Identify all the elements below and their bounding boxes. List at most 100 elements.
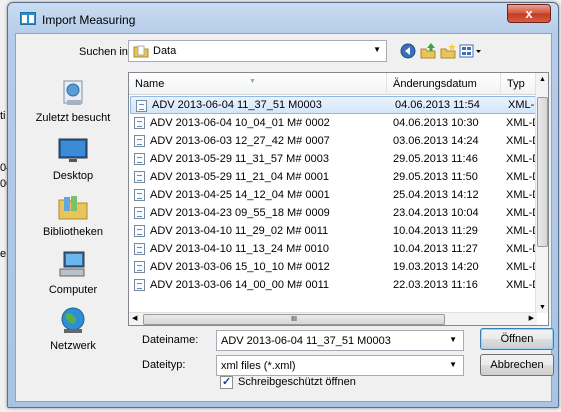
place-libraries[interactable]: Bibliotheken [21, 192, 125, 238]
file-rows: ADV 2013-06-04 11_37_51 M0003 04.06.2013 … [129, 96, 542, 294]
horizontal-scroll-thumb[interactable]: III [143, 314, 445, 325]
view-menu-icon[interactable] [459, 42, 483, 60]
libraries-icon [56, 192, 90, 222]
look-in-value: Data [153, 45, 177, 57]
xml-file-icon [134, 135, 145, 147]
title-bar[interactable]: Import Measuring x [8, 3, 558, 33]
back-icon[interactable] [399, 42, 417, 60]
xml-file-icon [134, 153, 145, 165]
background-text-fragment: e [0, 248, 7, 260]
file-name: ADV 2013-05-29 11_31_57 M# 0003 [150, 153, 329, 165]
xml-file-icon [134, 243, 145, 255]
xml-file-icon [136, 100, 147, 112]
file-date: 23.04.2013 10:04 [393, 207, 479, 219]
file-date: 29.05.2013 11:46 [393, 153, 478, 165]
new-folder-icon[interactable] [439, 42, 457, 60]
vertical-scroll-thumb[interactable] [537, 97, 548, 247]
chevron-down-icon: ▼ [373, 45, 381, 54]
file-date: 22.03.2013 11:16 [393, 279, 478, 291]
table-row[interactable]: ADV 2013-04-10 11_13_24 M# 0010 10.04.201… [129, 240, 540, 258]
file-name: ADV 2013-06-04 10_04_01 M# 0002 [150, 117, 330, 129]
background-text-fragment: ti [0, 110, 6, 122]
folder-icon [133, 45, 149, 58]
xml-file-icon [134, 117, 145, 129]
scroll-left-icon[interactable]: ◀ [132, 314, 137, 322]
xml-file-icon [134, 279, 145, 291]
file-name: ADV 2013-03-06 14_00_00 M# 0011 [150, 279, 329, 291]
cancel-button[interactable]: Abbrechen [480, 354, 554, 376]
place-recent[interactable]: Zuletzt besucht [21, 78, 125, 124]
file-name: ADV 2013-04-25 14_12_04 M# 0001 [150, 189, 330, 201]
table-row[interactable]: ADV 2013-04-25 14_12_04 M# 0001 25.04.201… [129, 186, 540, 204]
column-header-type[interactable]: Typ [501, 73, 537, 95]
filetype-label: Dateityp: [142, 359, 186, 371]
look-in-label: Suchen in: [79, 46, 131, 58]
filename-value: ADV 2013-06-04 11_37_51 M0003 [221, 335, 391, 347]
open-button[interactable]: Öffnen [480, 328, 554, 350]
filename-input[interactable]: ADV 2013-06-04 11_37_51 M0003 ▼ [216, 330, 464, 351]
window-title: Import Measuring [42, 13, 136, 27]
file-name: ADV 2013-04-23 09_55_18 M# 0009 [150, 207, 330, 219]
filetype-value: xml files (*.xml) [221, 360, 296, 372]
place-label: Bibliotheken [43, 226, 103, 238]
table-row[interactable]: ADV 2013-03-06 15_10_10 M# 0012 19.03.201… [129, 258, 540, 276]
place-computer[interactable]: Computer [21, 250, 125, 296]
table-row[interactable]: ADV 2013-04-23 09_55_18 M# 0009 23.04.201… [129, 204, 540, 222]
file-date: 04.06.2013 11:54 [395, 99, 480, 111]
filename-label: Dateiname: [142, 334, 199, 346]
up-folder-icon[interactable] [419, 42, 437, 60]
column-header-name[interactable]: ▼ Name [129, 73, 387, 95]
scroll-down-icon[interactable]: ▼ [539, 304, 546, 311]
file-name: ADV 2013-04-10 11_29_02 M# 0011 [150, 225, 329, 237]
column-header-date[interactable]: Änderungsdatum [387, 73, 501, 95]
file-date: 04.06.2013 10:30 [393, 117, 479, 129]
network-icon [56, 306, 90, 336]
file-list: ▼ Name Änderungsdatum Typ ADV 2013-06-04… [128, 72, 549, 326]
file-date: 29.05.2013 11:50 [393, 171, 478, 183]
table-row[interactable]: ADV 2013-05-29 11_21_04 M# 0001 29.05.201… [129, 168, 540, 186]
xml-file-icon [134, 225, 145, 237]
xml-file-icon [134, 261, 145, 273]
table-row[interactable]: ADV 2013-05-29 11_31_57 M# 0003 29.05.201… [129, 150, 540, 168]
places-bar: Zuletzt besucht Desktop Bibliotheken Com… [21, 72, 125, 352]
xml-file-icon [134, 171, 145, 183]
list-header: ▼ Name Änderungsdatum Typ [129, 73, 537, 95]
recent-places-icon [56, 78, 90, 108]
vertical-scrollbar[interactable]: ▲ ▼ [535, 73, 548, 313]
place-label: Netzwerk [50, 340, 96, 352]
app-icon [20, 12, 36, 25]
filetype-select[interactable]: xml files (*.xml) ▼ [216, 355, 464, 376]
import-measuring-dialog: Import Measuring x Suchen in: Data ▼ Zul… [7, 2, 559, 408]
readonly-label: Schreibgeschützt öffnen [238, 376, 356, 388]
file-name: ADV 2013-05-29 11_21_04 M# 0001 [150, 171, 329, 183]
close-button[interactable]: x [507, 4, 551, 23]
dialog-client-area: Suchen in: Data ▼ Zuletzt besucht Deskto… [15, 33, 554, 402]
column-label: Name [135, 78, 165, 90]
xml-file-icon [134, 189, 145, 201]
table-row[interactable]: ADV 2013-06-04 11_37_51 M0003 04.06.2013 … [130, 96, 542, 114]
place-desktop[interactable]: Desktop [21, 136, 125, 182]
xml-file-icon [134, 207, 145, 219]
column-label: Änderungsdatum [393, 78, 477, 90]
scroll-up-icon[interactable]: ▲ [539, 76, 546, 83]
file-name: ADV 2013-04-10 11_13_24 M# 0010 [150, 243, 329, 255]
checkbox-checked-icon[interactable] [220, 375, 233, 389]
table-row[interactable]: ADV 2013-04-10 11_29_02 M# 0011 10.04.201… [129, 222, 540, 240]
look-in-dropdown[interactable]: Data ▼ [128, 40, 387, 62]
file-name: ADV 2013-06-03 12_27_42 M# 0007 [150, 135, 330, 147]
chevron-down-icon[interactable]: ▼ [449, 335, 457, 344]
file-date: 19.03.2013 14:20 [393, 261, 479, 273]
column-label: Typ [507, 78, 525, 90]
place-label: Computer [48, 284, 98, 296]
sort-indicator-icon: ▼ [249, 78, 256, 85]
file-date: 10.04.2013 11:29 [393, 225, 478, 237]
place-network[interactable]: Netzwerk [21, 306, 125, 352]
scroll-right-icon[interactable]: ▶ [529, 314, 534, 322]
table-row[interactable]: ADV 2013-06-04 10_04_01 M# 0002 04.06.201… [129, 114, 540, 132]
place-label: Desktop [52, 170, 94, 182]
chevron-down-icon[interactable]: ▼ [449, 360, 457, 369]
table-row[interactable]: ADV 2013-06-03 12_27_42 M# 0007 03.06.201… [129, 132, 540, 150]
file-date: 10.04.2013 11:27 [393, 243, 478, 255]
horizontal-scrollbar[interactable]: ◀ III ▶ [129, 312, 537, 325]
table-row[interactable]: ADV 2013-03-06 14_00_00 M# 0011 22.03.201… [129, 276, 540, 294]
